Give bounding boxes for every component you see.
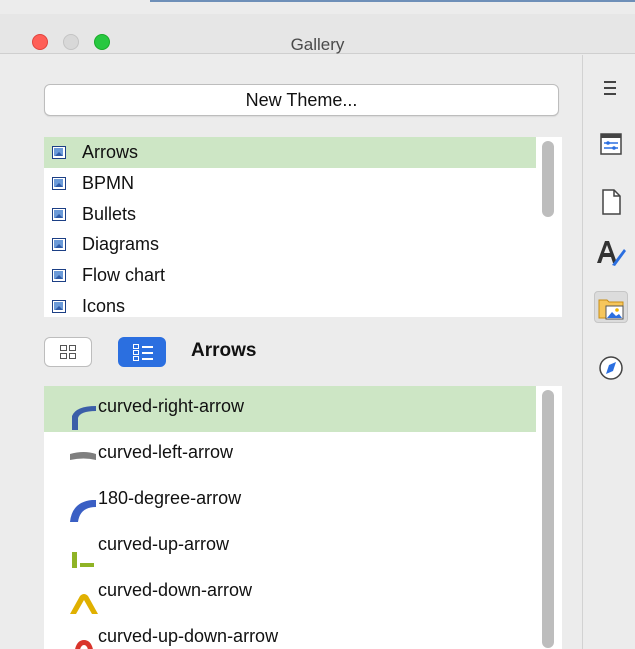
theme-item-label: Arrows — [82, 142, 139, 162]
gallery-window: Gallery New Theme... Arrows BPMN Bullets… — [0, 0, 635, 649]
window-title: Gallery — [290, 35, 345, 54]
theme-item-label: Flow chart — [82, 265, 166, 285]
gallery-tab[interactable] — [594, 291, 628, 323]
gallery-item[interactable]: curved-left-arrow — [44, 432, 536, 478]
theme-item-label: Diagrams — [82, 234, 160, 254]
image-icon — [52, 177, 66, 190]
theme-item-label: BPMN — [82, 173, 135, 193]
styles-icon[interactable] — [594, 237, 628, 269]
gallery-item-label: curved-up-arrow — [98, 534, 230, 554]
theme-item[interactable]: Flow chart — [44, 260, 536, 291]
image-icon — [52, 208, 66, 221]
menu-icon[interactable] — [594, 72, 628, 104]
detailed-view-button[interactable] — [118, 337, 166, 367]
gallery-item[interactable]: curved-up-down-arrow — [44, 616, 536, 649]
curved-right-arrow-icon — [72, 406, 96, 430]
list-icon — [133, 344, 153, 362]
item-list-scrollbar[interactable] — [542, 390, 554, 648]
image-icon — [52, 269, 66, 282]
current-theme-title: Arrows — [191, 340, 257, 361]
title-bar: Gallery — [0, 14, 635, 54]
page-icon[interactable] — [594, 186, 628, 218]
curved-up-down-arrow-icon — [75, 640, 93, 649]
icon-view-button[interactable] — [44, 337, 92, 367]
gallery-item-label: curved-up-down-arrow — [98, 626, 279, 646]
curved-up-arrow-icon — [72, 552, 94, 568]
theme-item[interactable]: Arrows — [44, 137, 536, 168]
new-theme-button[interactable]: New Theme... — [44, 84, 559, 116]
180-degree-arrow-icon — [70, 500, 96, 522]
curved-down-arrow-icon — [70, 594, 98, 614]
gallery-item-label: curved-down-arrow — [98, 580, 253, 600]
theme-item-label: Icons — [82, 296, 126, 316]
gallery-icon — [598, 299, 624, 320]
gallery-item[interactable]: curved-right-arrow — [44, 386, 536, 432]
theme-item[interactable]: Icons — [44, 291, 536, 317]
grid-icon — [60, 345, 77, 360]
gallery-item[interactable]: 180-degree-arrow — [44, 478, 536, 524]
image-icon — [52, 238, 66, 251]
theme-item[interactable]: Bullets — [44, 199, 536, 230]
navigator-icon[interactable] — [594, 352, 628, 384]
gallery-item-label: curved-right-arrow — [98, 396, 245, 416]
theme-list[interactable]: Arrows BPMN Bullets Diagrams Flow chart … — [44, 137, 562, 317]
curved-left-arrow-icon — [70, 452, 96, 460]
gallery-item[interactable]: curved-down-arrow — [44, 570, 536, 616]
gallery-item-label: 180-degree-arrow — [98, 488, 242, 508]
theme-item[interactable]: BPMN — [44, 168, 536, 199]
image-icon — [52, 146, 66, 159]
theme-list-scrollbar[interactable] — [542, 141, 554, 217]
gallery-item[interactable]: curved-up-arrow — [44, 524, 536, 570]
image-icon — [52, 300, 66, 313]
window-edge-line — [150, 0, 635, 2]
properties-icon[interactable] — [594, 128, 628, 160]
gallery-item-list[interactable]: curved-right-arrow curved-left-arrow 180… — [44, 386, 562, 649]
gallery-item-label: curved-left-arrow — [98, 442, 234, 462]
theme-item[interactable]: Diagrams — [44, 229, 536, 260]
theme-item-label: Bullets — [82, 204, 137, 224]
